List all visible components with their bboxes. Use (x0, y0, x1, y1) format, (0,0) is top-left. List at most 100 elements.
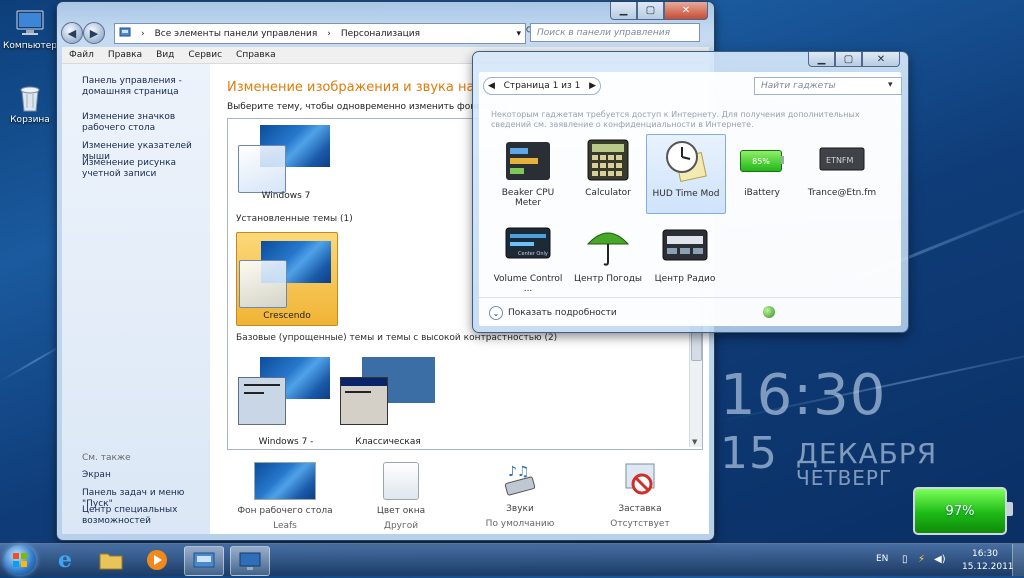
gallery-minimize-button[interactable]: ▁ (808, 52, 835, 67)
gallery-close-button[interactable]: ✕ (862, 52, 900, 67)
internet-explorer-icon: e (58, 547, 72, 573)
bottom-item-value: По умолчанию (485, 519, 555, 529)
bottom-item-value: Отсутствует (610, 519, 670, 529)
theme-windows7-basic[interactable] (238, 357, 333, 429)
internet-access-note: Некоторым гаджетам требуется доступ к Ин… (491, 110, 860, 129)
menu-item-edit[interactable]: Правка (101, 50, 149, 60)
gadget-item[interactable]: ETNFM Trance@Etn.fm (803, 138, 881, 198)
sidebar-link-display[interactable]: Экран (82, 470, 111, 481)
power-tray-icon[interactable]: ⚡ (918, 554, 925, 565)
gadget-search-input[interactable]: Найти гаджеты (754, 77, 902, 95)
address-bar[interactable]: › Все элементы панели управления › Персо… (114, 23, 526, 44)
forward-button[interactable]: ▶ (83, 22, 105, 44)
theme-classic[interactable] (340, 357, 440, 429)
pager-text: Страница 1 из 1 (503, 81, 581, 91)
sidebar: Панель управления - домашняя страница Из… (62, 64, 210, 534)
screensaver-button[interactable]: Заставка Отсутствует (585, 462, 695, 529)
gadget-item-selected[interactable]: HUD Time Mod (646, 134, 726, 214)
next-page-icon[interactable]: ▶ (589, 81, 596, 91)
maximize-button[interactable]: ▢ (637, 2, 664, 20)
radio-icon: ETNFM (818, 138, 866, 182)
radio-center-icon (661, 224, 709, 268)
breadcrumb-sep-icon: › (141, 28, 145, 39)
gallery-maximize-button[interactable]: ▢ (835, 52, 862, 67)
desktop-clock-time: 16:30 (720, 363, 887, 428)
window-caption-buttons: ▁ ▢ ✕ (610, 2, 708, 20)
start-button[interactable] (4, 545, 36, 575)
bottom-item-title: Цвет окна (376, 506, 426, 516)
menu-item-help[interactable]: Справка (229, 50, 283, 60)
minimize-button[interactable]: ▁ (610, 2, 637, 20)
show-details-toggle[interactable]: ⌄ Показать подробности (489, 306, 617, 320)
gadget-search-dropdown-icon[interactable]: ▾ (888, 80, 893, 90)
desktop-icon-label: Корзина (10, 115, 50, 125)
battery-widget[interactable]: 97% (913, 487, 1013, 535)
gallery-divider (479, 297, 901, 298)
gadget-item[interactable]: 85% iBattery (723, 138, 801, 198)
gadget-item[interactable]: Beaker CPU Meter (489, 138, 567, 208)
volume-tray-icon[interactable]: ◀) (934, 554, 946, 565)
breadcrumb-item[interactable]: Персонализация (341, 29, 420, 39)
theme-crescendo[interactable]: Crescendo (236, 232, 338, 326)
gadget-label: HUD Time Mod (652, 189, 720, 199)
gadget-item[interactable]: Center Only Volume Control ... (489, 224, 567, 294)
installed-themes-label: Установленные темы (1) (236, 214, 353, 224)
computer-icon (14, 8, 46, 38)
sidebar-link-home[interactable]: Панель управления - домашняя страница (82, 76, 202, 98)
gadget-item[interactable]: Центр Погоды (569, 224, 647, 284)
taskbar-explorer-button[interactable] (92, 546, 130, 574)
taskbar-control-panel-button[interactable] (184, 546, 224, 576)
show-desktop-button[interactable] (1012, 544, 1024, 576)
breadcrumb-item[interactable]: Все элементы панели управления (155, 29, 318, 39)
sidebar-link-accessibility[interactable]: Центр специальных возможностей (82, 505, 202, 527)
taskbar-gadgets-button[interactable] (230, 546, 270, 576)
taskbar-media-button[interactable] (138, 546, 176, 574)
recycle-bin-icon (14, 82, 46, 112)
battery-tray-icon[interactable]: ▯ (902, 554, 908, 565)
desktop-background-button[interactable]: Фон рабочего стола Leafs (230, 462, 340, 531)
control-panel-icon (193, 552, 215, 568)
theme-window-preview (239, 260, 287, 308)
window-color-button[interactable]: Цвет окна Другой (346, 462, 456, 531)
sounds-button[interactable]: ♪♫ Звуки По умолчанию (465, 462, 575, 529)
search-input[interactable]: Поиск в панели управления (530, 23, 700, 42)
breadcrumb-sep-icon: › (327, 28, 331, 39)
battery-level-label: 85% (740, 150, 782, 172)
monitor-icon (239, 552, 261, 570)
taskbar-clock-date[interactable]: 15.12.2011 (962, 562, 1014, 572)
calculator-icon (584, 138, 632, 182)
address-dropdown-icon[interactable]: ▾ (516, 29, 521, 39)
menu-item-file[interactable]: Файл (62, 50, 101, 60)
desktop-clock-day: 15 (720, 428, 778, 479)
back-button[interactable]: ◀ (61, 22, 83, 44)
taskbar-clock-time[interactable]: 16:30 (972, 549, 998, 559)
prev-page-icon[interactable]: ◀ (488, 81, 495, 91)
online-gadgets-globe-icon[interactable] (763, 306, 775, 318)
bottom-item-title: Заставка (618, 504, 662, 514)
see-also-label: См. также (82, 453, 131, 463)
volume-icon: Center Only (504, 224, 552, 268)
theme-window-preview (238, 377, 286, 425)
desktop-icon-label: Компьютер (3, 41, 57, 51)
expand-icon: ⌄ (489, 306, 503, 320)
menu-item-tools[interactable]: Сервис (181, 50, 229, 60)
menu-item-view[interactable]: Вид (149, 50, 181, 60)
close-button[interactable]: ✕ (664, 2, 708, 20)
sidebar-link-account-picture[interactable]: Изменение рисунка учетной записи (82, 158, 207, 180)
page-description: Выберите тему, чтобы одновременно измени… (227, 102, 509, 112)
theme-window-preview (238, 145, 286, 193)
gadget-label: Центр Радио (654, 274, 716, 284)
forward-arrow-icon: ▶ (89, 26, 99, 40)
language-indicator[interactable]: EN (876, 554, 888, 564)
desktop-icon-recycle-bin[interactable]: Корзина (0, 82, 60, 125)
desktop-icon-computer[interactable]: Компьютер (0, 8, 60, 51)
gadget-item[interactable]: Calculator (569, 138, 647, 198)
svg-text:Center Only: Center Only (518, 251, 548, 257)
bottom-item-value: Другой (383, 521, 419, 531)
gadget-label: Beaker CPU Meter (501, 188, 555, 208)
taskbar-ie-button[interactable]: e (46, 546, 84, 574)
back-arrow-icon: ◀ (67, 26, 77, 40)
scroll-down-icon[interactable]: ▼ (692, 438, 697, 446)
gadget-item[interactable]: Центр Радио (646, 224, 724, 284)
sidebar-link-desktop-icons[interactable]: Изменение значков рабочего стола (82, 112, 207, 134)
